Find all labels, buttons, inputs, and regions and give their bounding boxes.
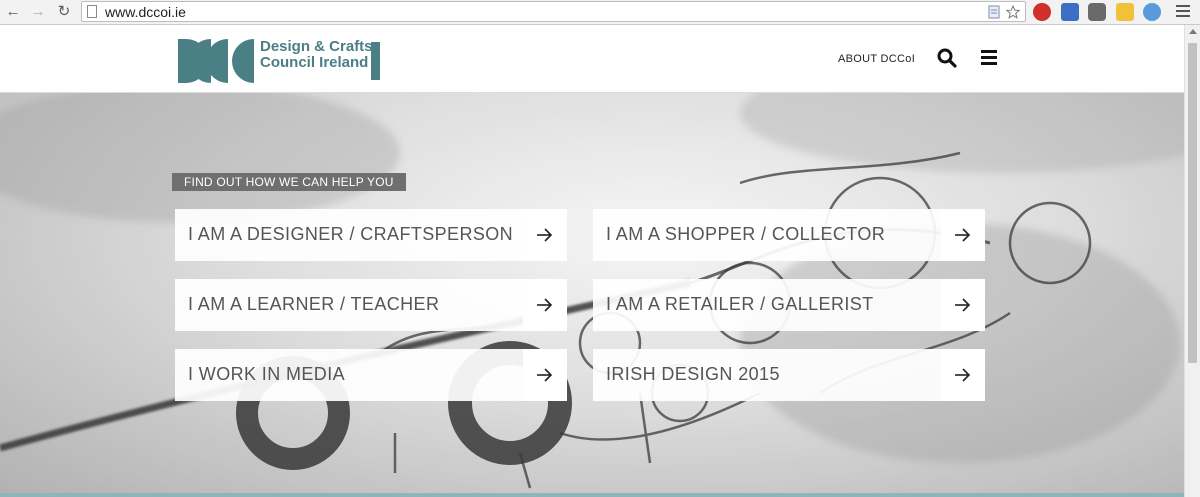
back-icon[interactable]: ← bbox=[4, 3, 22, 21]
page-scrollbar[interactable] bbox=[1184, 25, 1200, 497]
bottom-accent-strip bbox=[0, 493, 1184, 497]
mobile-extension-icon[interactable] bbox=[1116, 3, 1134, 21]
arrow-right-icon bbox=[955, 298, 971, 312]
dcc-logo-mark-icon bbox=[178, 39, 254, 83]
about-link[interactable]: ABOUT DCCoI bbox=[838, 53, 915, 65]
url-text[interactable]: www.dccoi.ie bbox=[105, 4, 186, 20]
card-arrow-button[interactable] bbox=[941, 349, 985, 401]
site-header: Design & Crafts Council Ireland ABOUT DC… bbox=[0, 25, 1184, 93]
card-label: I AM A DESIGNER / CRAFTSPERSON bbox=[188, 224, 514, 244]
card-arrow-button[interactable] bbox=[941, 209, 985, 261]
network-extension-icon[interactable] bbox=[1143, 3, 1161, 21]
logo-text: Design & Crafts Council Ireland bbox=[260, 39, 373, 71]
arrow-right-icon bbox=[955, 368, 971, 382]
audience-card-designer[interactable]: I AM A DESIGNER / CRAFTSPERSON bbox=[175, 209, 567, 261]
hamburger-menu-icon[interactable] bbox=[981, 50, 997, 65]
card-label: IRISH DESIGN 2015 bbox=[606, 364, 780, 384]
audience-card-retailer[interactable]: I AM A RETAILER / GALLERIST bbox=[593, 279, 985, 331]
pocket-icon[interactable] bbox=[1088, 3, 1106, 21]
card-label: I AM A LEARNER / TEACHER bbox=[188, 294, 440, 314]
adblock-icon[interactable] bbox=[1033, 3, 1051, 21]
page-icon bbox=[87, 5, 97, 18]
hero-banner: FIND OUT HOW WE CAN HELP YOU I AM A DESI… bbox=[0, 93, 1184, 497]
card-arrow-button[interactable] bbox=[523, 349, 567, 401]
bookmark-star-icon[interactable] bbox=[1006, 5, 1020, 19]
card-label: I AM A SHOPPER / COLLECTOR bbox=[606, 224, 886, 244]
arrow-right-icon bbox=[537, 228, 553, 242]
search-icon[interactable] bbox=[936, 47, 958, 69]
logo-line-2: Council Ireland bbox=[260, 54, 369, 71]
scroll-thumb[interactable] bbox=[1188, 43, 1197, 363]
scroll-up-icon[interactable] bbox=[1189, 29, 1197, 34]
forward-icon[interactable]: → bbox=[29, 3, 47, 21]
browser-toolbar: ← → ↻ www.dccoi.ie bbox=[0, 0, 1200, 25]
arrow-right-icon bbox=[537, 298, 553, 312]
card-arrow-button[interactable] bbox=[523, 279, 567, 331]
page-action-icon[interactable] bbox=[987, 5, 1001, 19]
audience-card-shopper[interactable]: I AM A SHOPPER / COLLECTOR bbox=[593, 209, 985, 261]
address-bar[interactable]: www.dccoi.ie bbox=[81, 1, 1026, 22]
card-label: I WORK IN MEDIA bbox=[188, 364, 346, 384]
card-arrow-button[interactable] bbox=[523, 209, 567, 261]
browser-menu-icon[interactable] bbox=[1176, 5, 1190, 19]
card-label: I AM A RETAILER / GALLERIST bbox=[606, 294, 874, 314]
logo-bar bbox=[371, 42, 380, 80]
reload-icon[interactable]: ↻ bbox=[55, 3, 73, 21]
dccoi-logo[interactable]: Design & Crafts Council Ireland bbox=[178, 39, 388, 83]
audience-card-learner[interactable]: I AM A LEARNER / TEACHER bbox=[175, 279, 567, 331]
help-label: FIND OUT HOW WE CAN HELP YOU bbox=[172, 173, 406, 191]
audience-card-media[interactable]: I WORK IN MEDIA bbox=[175, 349, 567, 401]
extension-icon[interactable] bbox=[1061, 3, 1079, 21]
card-arrow-button[interactable] bbox=[941, 279, 985, 331]
arrow-right-icon bbox=[955, 228, 971, 242]
logo-line-1: Design & Crafts bbox=[260, 38, 373, 55]
arrow-right-icon bbox=[537, 368, 553, 382]
audience-card-irish-design-2015[interactable]: IRISH DESIGN 2015 bbox=[593, 349, 985, 401]
